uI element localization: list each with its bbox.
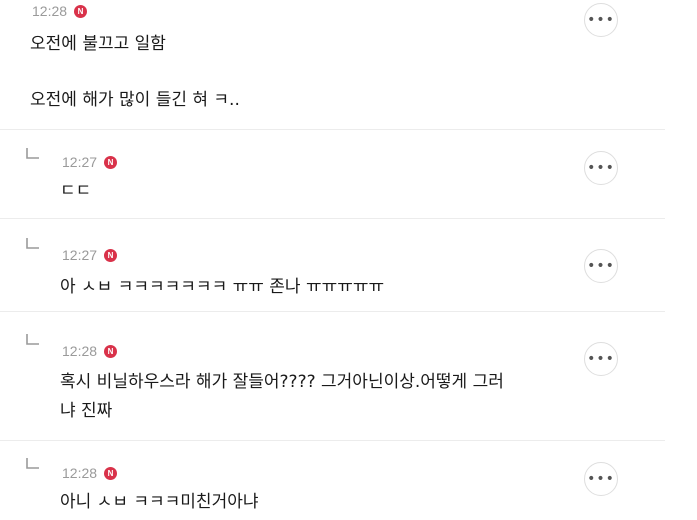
reply-meta: 12:27 N bbox=[62, 154, 118, 170]
reply-time: 12:28 bbox=[62, 465, 98, 481]
comment-thread: 12:28 N 오전에 불끄고 일함 오전에 해가 많이 들긴 혀 ㅋ.. ••… bbox=[0, 0, 697, 520]
new-badge-icon: N bbox=[104, 155, 118, 169]
reply-time: 12:28 bbox=[62, 343, 98, 359]
reply: 12:28 N 아니 ㅅㅂ ㅋㅋㅋ미친거아냐 ••• bbox=[0, 441, 697, 520]
reply-meta: 12:28 N bbox=[62, 343, 118, 359]
new-badge-icon: N bbox=[74, 4, 88, 18]
reply-arrow-icon bbox=[26, 334, 40, 346]
reply-arrow-icon bbox=[26, 148, 40, 160]
reply: 12:27 N 아 ㅅㅂ ㅋㅋㅋㅋㅋㅋㅋ ㅠㅠ 존나 ㅠㅠㅠㅠㅠ ••• bbox=[0, 219, 697, 311]
comment: 12:28 N 오전에 불끄고 일함 오전에 해가 많이 들긴 혀 ㅋ.. ••… bbox=[0, 0, 697, 128]
reply-meta: 12:28 N bbox=[62, 465, 118, 481]
reply-text: ㄷㄷ bbox=[60, 181, 92, 201]
comment-text-line-1: 오전에 불끄고 일함 bbox=[30, 34, 166, 54]
reply-text-line-1: 혹시 비닐하우스라 해가 잘들어???? 그거아닌이상.어떻게 그러 bbox=[60, 372, 504, 392]
new-badge-icon: N bbox=[104, 466, 118, 480]
more-options-button[interactable]: ••• bbox=[584, 462, 618, 496]
new-badge-icon: N bbox=[104, 344, 118, 358]
comment-text-line-2: 오전에 해가 많이 들긴 혀 ㅋ.. bbox=[30, 90, 240, 110]
more-options-button[interactable]: ••• bbox=[584, 3, 618, 37]
reply-arrow-icon bbox=[26, 458, 40, 470]
reply-time: 12:27 bbox=[62, 247, 98, 263]
reply: 12:27 N ㄷㄷ ••• bbox=[0, 130, 697, 218]
more-options-button[interactable]: ••• bbox=[584, 342, 618, 376]
new-badge-icon: N bbox=[104, 248, 118, 262]
comment-time: 12:28 bbox=[32, 3, 68, 19]
reply-text-line-2: 냐 진짜 bbox=[60, 401, 113, 421]
reply-text: 아니 ㅅㅂ ㅋㅋㅋ미친거아냐 bbox=[60, 492, 259, 512]
reply-time: 12:27 bbox=[62, 154, 98, 170]
reply-arrow-icon bbox=[26, 238, 40, 250]
reply-meta: 12:27 N bbox=[62, 247, 118, 263]
reply-text: 아 ㅅㅂ ㅋㅋㅋㅋㅋㅋㅋ ㅠㅠ 존나 ㅠㅠㅠㅠㅠ bbox=[60, 277, 385, 297]
more-options-button[interactable]: ••• bbox=[584, 151, 618, 185]
more-options-button[interactable]: ••• bbox=[584, 249, 618, 283]
reply: 12:28 N 혹시 비닐하우스라 해가 잘들어???? 그거아닌이상.어떻게 … bbox=[0, 312, 697, 440]
comment-meta: 12:28 N bbox=[32, 3, 88, 19]
